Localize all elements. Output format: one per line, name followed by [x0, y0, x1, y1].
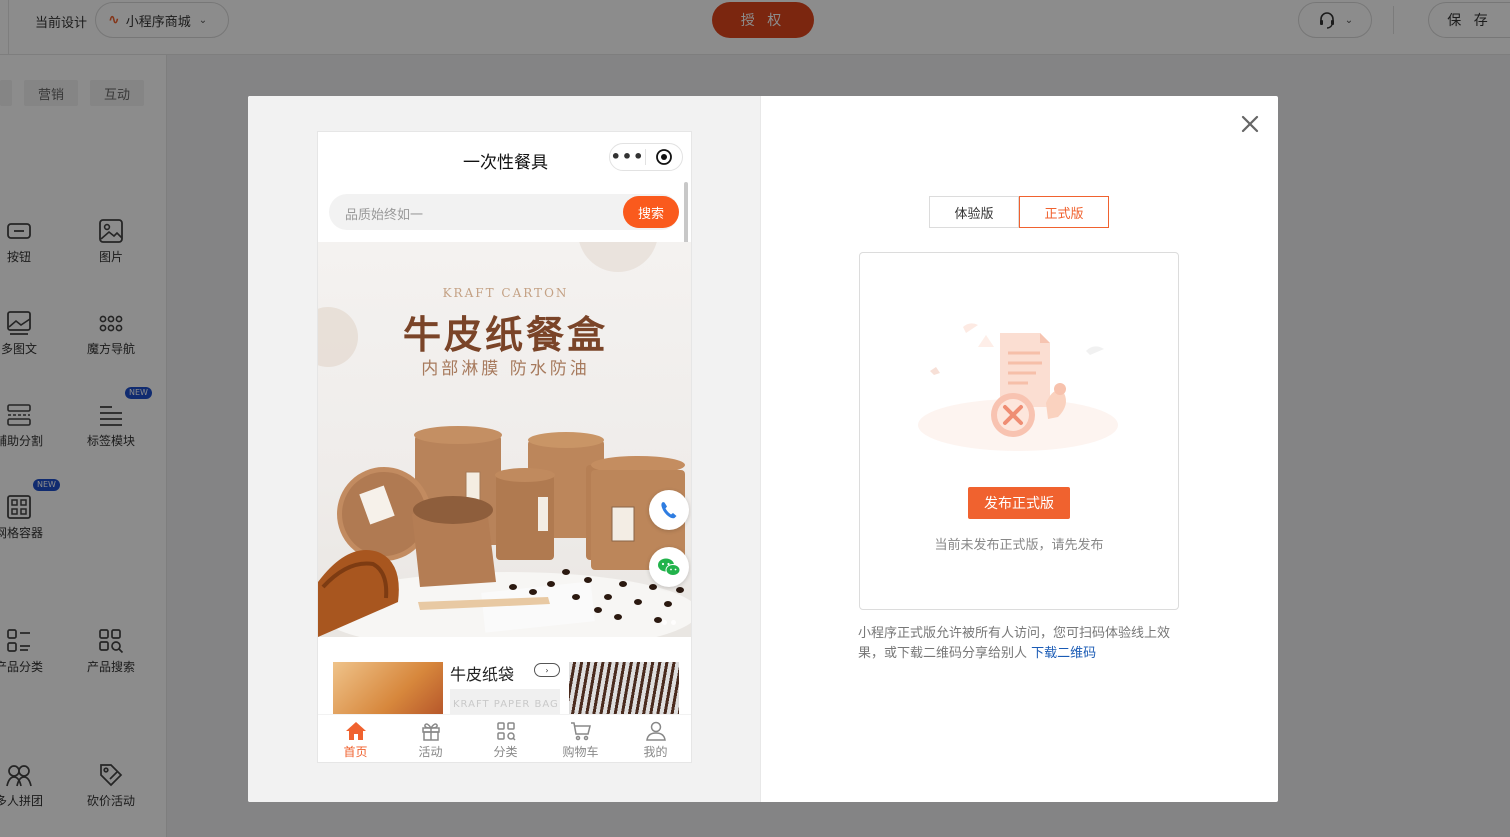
- wechat-button[interactable]: [649, 547, 689, 587]
- tab-label: 我的: [643, 745, 668, 759]
- tab-category[interactable]: 分类: [468, 715, 543, 762]
- phone-tab-bar: 首页 活动 分类 购物车 我的: [318, 714, 691, 762]
- product-section-title: 牛皮纸袋: [450, 665, 515, 684]
- tab-trial-version[interactable]: 体验版: [929, 196, 1019, 228]
- banner-title: 牛皮纸餐盒: [402, 312, 608, 357]
- tab-label: 购物车: [562, 745, 599, 759]
- carousel-dot[interactable]: [671, 620, 676, 625]
- tab-profile[interactable]: 我的: [618, 715, 691, 762]
- tab-activity[interactable]: 活动: [393, 715, 468, 762]
- more-dots-icon[interactable]: •••: [610, 149, 645, 165]
- miniprogram-capsule: •••: [609, 143, 683, 171]
- phone-icon: [661, 502, 677, 519]
- empty-state-illustration: [918, 323, 1118, 451]
- product-image[interactable]: [569, 662, 679, 717]
- chevron-right-icon[interactable]: ›: [534, 663, 560, 677]
- user-icon: [645, 721, 666, 741]
- release-description: 小程序正式版允许被所有人访问，您可扫码体验线上效果，或下载二维码分享给别人 下载…: [858, 624, 1180, 664]
- banner-artwork: [318, 242, 691, 637]
- download-qr-link[interactable]: 下载二维码: [1031, 646, 1096, 661]
- close-button[interactable]: [1238, 112, 1262, 136]
- tab-label: 首页: [343, 745, 368, 759]
- category-icon: [496, 722, 516, 741]
- version-tabs: 体验版 正式版: [929, 196, 1109, 228]
- banner-subtitle: 内部淋膜 防水防油: [421, 359, 590, 379]
- search-bar[interactable]: 品质始终如一 搜索: [329, 194, 679, 230]
- publish-dialog: 一次性餐具 ••• 品质始终如一 搜索 KRAFT CARTON 牛皮纸餐盒 内…: [248, 96, 1278, 802]
- carousel-indicator[interactable]: [662, 620, 676, 625]
- product-image[interactable]: [333, 662, 443, 717]
- preview-pane: 一次性餐具 ••• 品质始终如一 搜索 KRAFT CARTON 牛皮纸餐盒 内…: [248, 96, 761, 802]
- tab-label: 分类: [493, 745, 518, 759]
- cart-icon: [570, 722, 591, 741]
- search-button[interactable]: 搜索: [623, 196, 679, 228]
- tab-home[interactable]: 首页: [318, 715, 393, 762]
- tab-release-version[interactable]: 正式版: [1019, 196, 1109, 228]
- wechat-icon: [658, 558, 681, 576]
- publish-release-button[interactable]: 发布正式版: [968, 487, 1070, 519]
- home-icon: [345, 722, 366, 740]
- search-placeholder: 品质始终如一: [345, 208, 424, 223]
- phone-call-button[interactable]: [649, 490, 689, 530]
- release-description-text: 小程序正式版允许被所有人访问，您可扫码体验线上效果，或下载二维码分享给别人: [858, 626, 1171, 661]
- carousel-dot[interactable]: [662, 620, 667, 625]
- banner-english-title: KRAFT CARTON: [442, 286, 569, 300]
- product-image-text: KRAFT PAPER BAG: [450, 689, 560, 717]
- phone-preview: 一次性餐具 ••• 品质始终如一 搜索 KRAFT CARTON 牛皮纸餐盒 内…: [317, 131, 692, 763]
- close-icon: [1241, 115, 1259, 133]
- banner-image[interactable]: KRAFT CARTON 牛皮纸餐盒 内部淋膜 防水防油: [318, 242, 691, 637]
- qr-code-panel: 发布正式版 当前未发布正式版，请先发布: [859, 252, 1179, 610]
- not-published-hint: 当前未发布正式版，请先发布: [934, 538, 1104, 553]
- tab-label: 活动: [418, 745, 443, 759]
- close-target-icon[interactable]: [646, 148, 682, 166]
- scrollbar[interactable]: [684, 182, 688, 248]
- gift-icon: [421, 723, 440, 741]
- tab-cart[interactable]: 购物车: [543, 715, 618, 762]
- product-section: 牛皮纸袋 › KRAFT PAPER BAG: [318, 637, 691, 717]
- phone-header: 一次性餐具 ••• 品质始终如一 搜索: [318, 132, 691, 242]
